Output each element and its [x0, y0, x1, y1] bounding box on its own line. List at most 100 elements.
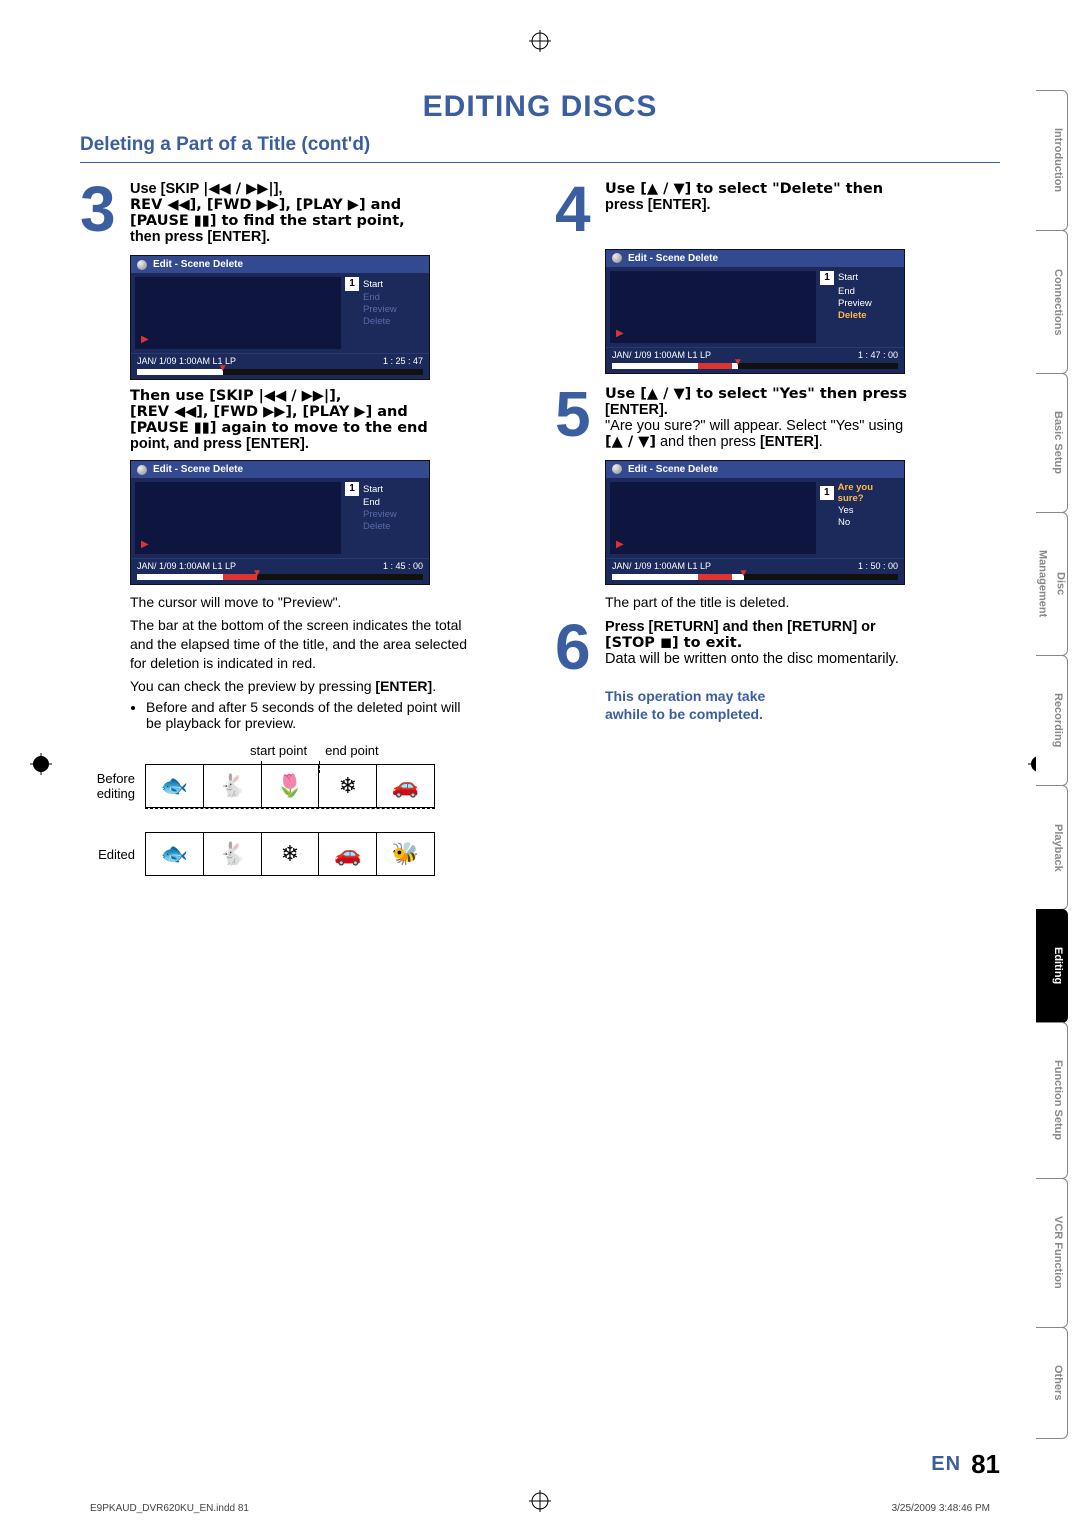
step-3: 3 Use [SKIP |◀◀ / ▶▶|], REV ◀◀], [FWD ▶▶…: [80, 181, 525, 245]
marker-arrow-icon: ▼: [252, 568, 262, 579]
scene-icon: 🐇: [204, 833, 262, 875]
scene-icon: 🐟: [146, 833, 204, 875]
tab-function-setup[interactable]: Function Setup: [1036, 1022, 1068, 1179]
tab-vcr-function[interactable]: VCR Function: [1036, 1178, 1068, 1328]
play-icon: ▶: [141, 539, 149, 550]
disc-icon: [137, 465, 147, 475]
print-metadata: E9PKAUD_DVR620KU_EN.indd 81 3/25/2009 3:…: [90, 1503, 990, 1514]
osd4-status: JAN/ 1/09 1:00AM L1 LP: [612, 350, 711, 360]
section-subtitle: Deleting a Part of a Title (cont'd): [80, 134, 1000, 156]
osd5-item1: Yes: [838, 505, 854, 516]
scene-icon: ❄: [319, 765, 377, 807]
edited-row: Edited 🐟 🐇 ❄ 🚗 🐝: [80, 832, 525, 876]
scene-icon: 🐝: [377, 833, 434, 875]
step5-line2: [ENTER].: [605, 402, 668, 418]
step3-para2: The bar at the bottom of the screen indi…: [130, 616, 470, 673]
step3-line1a: Use [SKIP: [130, 181, 203, 197]
osd2-item0: Start: [363, 484, 383, 495]
step-number-4: 4: [555, 181, 597, 239]
tab-others[interactable]: Others: [1036, 1327, 1068, 1439]
step5-paraA: "Are you sure?" will appear. Select "Yes…: [605, 418, 903, 434]
skip-icons: |◀◀ / ▶▶|: [203, 181, 274, 197]
step6-para: Data will be written onto the disc momen…: [605, 651, 899, 667]
osd5-num: 1: [820, 486, 834, 500]
osd2-header: Edit - Scene Delete: [153, 464, 243, 475]
step3-then4: point, and press [ENTER].: [130, 436, 309, 452]
osd2-item2: Preview: [363, 509, 397, 520]
step3-bullet1: Before and after 5 seconds of the delete…: [146, 699, 470, 731]
step-number-6: 6: [555, 619, 597, 677]
print-file: E9PKAUD_DVR620KU_EN.indd 81: [90, 1503, 249, 1514]
scene-icon: 🚗: [377, 765, 434, 807]
osd4-item3: Delete: [838, 310, 867, 321]
osd5-item2: No: [838, 517, 850, 528]
marker-arrow-icon: ▼: [218, 363, 228, 374]
osd4-item0: Start: [838, 272, 858, 283]
before-label: Before editing: [80, 771, 135, 801]
osd1-num: 1: [345, 277, 359, 291]
scene-icon: 🚗: [319, 833, 377, 875]
tab-connections[interactable]: Connections: [1036, 230, 1068, 374]
step3-para1: The cursor will move to "Preview".: [130, 593, 470, 612]
section-tabs: Introduction Connections Basic Setup Dis…: [1036, 90, 1068, 1438]
step6-line1: Press [RETURN] and then [RETURN] or: [605, 619, 876, 635]
tab-editing[interactable]: Editing: [1036, 909, 1068, 1023]
step3-line2: REV ◀◀], [FWD ▶▶], [PLAY ▶] and: [130, 197, 401, 213]
osd-screenshot-1: Edit - Scene Delete ▶ 1Start End Preview…: [130, 255, 430, 380]
tab-basic-setup[interactable]: Basic Setup: [1036, 373, 1068, 513]
osd1-time: 1 : 25 : 47: [383, 356, 423, 366]
play-icon: ▶: [616, 328, 624, 339]
osd4-item1: End: [838, 286, 855, 297]
step5-paraB: [▲ / ▼]: [605, 434, 656, 450]
step4-line2: press [ENTER].: [605, 197, 711, 213]
play-icon: ▶: [616, 539, 624, 550]
start-point-label: start point: [250, 743, 307, 758]
step6-line2: [STOP ◼] to exit.: [605, 635, 742, 651]
divider: [80, 162, 1000, 163]
left-column: 3 Use [SKIP |◀◀ / ▶▶|], REV ◀◀], [FWD ▶▶…: [80, 181, 525, 876]
edited-label: Edited: [80, 847, 135, 862]
step3-bullets: Before and after 5 seconds of the delete…: [130, 699, 470, 731]
osd2-num: 1: [345, 482, 359, 496]
step4-line1: Use [▲ / ▼] to select "Delete" then: [605, 181, 883, 197]
scene-icon: 🐟: [146, 765, 204, 807]
osd5-item0: Are you sure?: [838, 482, 900, 504]
footer-page-number: 81: [971, 1449, 1000, 1480]
step-6: 6 Press [RETURN] and then [RETURN] or [S…: [555, 619, 1000, 677]
scene-icon: 🌷: [262, 765, 320, 807]
step3-then2: [REV ◀◀], [FWD ▶▶], [PLAY ▶] and: [130, 404, 408, 420]
page-content: EDITING DISCS Deleting a Part of a Title…: [80, 60, 1000, 1468]
osd2-item1: End: [363, 497, 380, 508]
tab-disc-management[interactable]: Disc Management: [1036, 512, 1068, 656]
step5-paraC: and then press: [656, 434, 760, 450]
step-4: 4 Use [▲ / ▼] to select "Delete" then pr…: [555, 181, 1000, 239]
tab-introduction[interactable]: Introduction: [1036, 90, 1068, 231]
osd1-item0: Start: [363, 279, 383, 290]
osd5-header: Edit - Scene Delete: [628, 464, 718, 475]
registration-left-icon: [30, 753, 52, 775]
osd1-item1: End: [363, 292, 380, 303]
disc-icon: [612, 464, 622, 474]
diagram-point-labels: start point end point: [250, 743, 525, 758]
osd1-header: Edit - Scene Delete: [153, 259, 243, 270]
tab-recording[interactable]: Recording: [1036, 655, 1068, 786]
osd4-header: Edit - Scene Delete: [628, 253, 718, 264]
step5-paraD: [ENTER]: [760, 434, 819, 450]
osd2-time: 1 : 45 : 00: [383, 561, 423, 571]
step-5: 5 Use [▲ / ▼] to select "Yes" then press…: [555, 386, 1000, 450]
osd-screenshot-2: Edit - Scene Delete ▶ 1 Start End Preview…: [130, 460, 430, 585]
step3-para3: You can check the preview by pressing [E…: [130, 677, 470, 696]
osd1-item2: Preview: [363, 304, 397, 315]
step3-line4: then press [ENTER].: [130, 229, 270, 245]
before-editing-row: Before editing 🐟 🐇 🌷 ❄ 🚗: [80, 764, 525, 808]
osd5-status: JAN/ 1/09 1:00AM L1 LP: [612, 561, 711, 571]
tab-playback[interactable]: Playback: [1036, 785, 1068, 910]
step5-paraE: .: [819, 434, 823, 450]
osd4-time: 1 : 47 : 00: [858, 350, 898, 360]
osd2-item3: Delete: [363, 521, 390, 532]
osd5-time: 1 : 50 : 00: [858, 561, 898, 571]
step-number-5: 5: [555, 386, 597, 450]
scene-icon: ❄: [262, 833, 320, 875]
footer-lang: EN: [931, 1453, 961, 1476]
step3-then3: [PAUSE ▮▮] again to move to the end: [130, 420, 428, 436]
